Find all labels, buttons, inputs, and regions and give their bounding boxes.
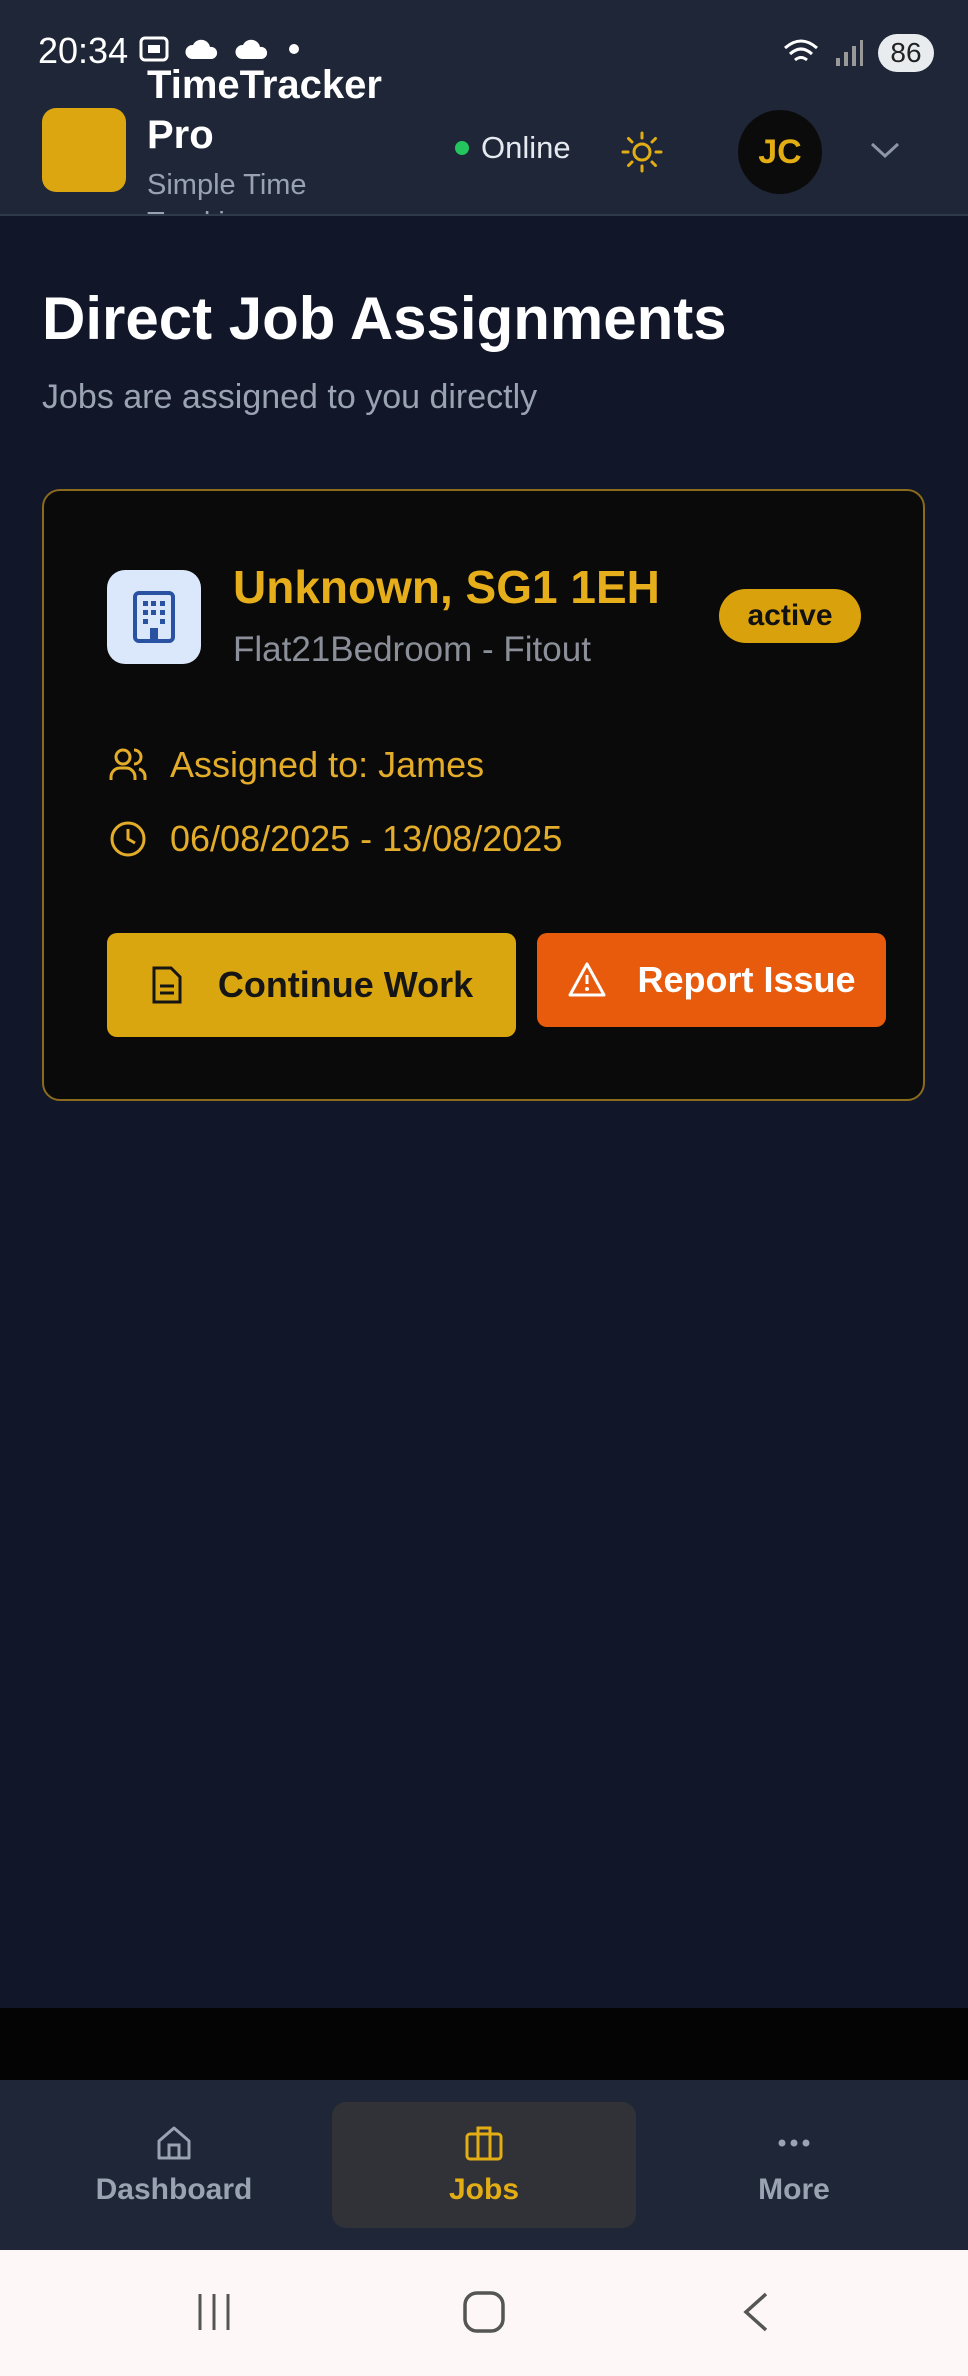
back-icon[interactable] (738, 2290, 774, 2334)
online-status: Online (455, 130, 571, 166)
dot-icon (289, 44, 299, 54)
cloud-icon (235, 39, 268, 59)
nav-jobs[interactable]: Jobs (332, 2102, 636, 2228)
job-title: Unknown, SG1 1EH (233, 561, 660, 613)
app-name: TimeTracker Pro (147, 63, 382, 157)
home-icon (157, 2126, 191, 2160)
divider-strip (0, 2008, 968, 2080)
building-icon (107, 570, 201, 664)
nav-dashboard-label: Dashboard (95, 2173, 253, 2206)
continue-work-button[interactable]: Continue Work (107, 933, 516, 1037)
system-nav-bar (0, 2250, 968, 2376)
status-badge: active (719, 589, 861, 643)
battery-indicator: 86 (878, 34, 934, 72)
job-subtitle: Flat21Bedroom - Fitout (233, 630, 591, 669)
more-dots-icon (778, 2139, 810, 2147)
page-subtitle: Jobs are assigned to you directly (42, 378, 538, 416)
user-avatar[interactable]: JC (738, 110, 822, 194)
online-label: Online (481, 130, 571, 165)
status-system-icons: 86 (782, 34, 934, 72)
date-row: 06/08/2025 - 13/08/2025 (108, 818, 562, 860)
chevron-down-icon[interactable] (868, 138, 902, 162)
app-logo (42, 108, 126, 192)
date-range-text: 06/08/2025 - 13/08/2025 (170, 818, 563, 859)
status-time: 20:34 (38, 30, 129, 71)
recent-apps-icon[interactable] (192, 2290, 236, 2334)
nav-jobs-label: Jobs (448, 2173, 520, 2206)
briefcase-icon (465, 2126, 503, 2161)
online-dot-icon (455, 141, 469, 155)
document-icon (152, 966, 182, 1004)
continue-work-label: Continue Work (217, 964, 474, 1005)
nav-dashboard[interactable]: Dashboard (22, 2102, 326, 2228)
clock-icon (110, 821, 146, 857)
page-title: Direct Job Assignments (42, 285, 727, 352)
nav-more-label: More (758, 2173, 830, 2206)
assigned-row: Assigned to: James (108, 744, 484, 786)
warning-icon (568, 962, 606, 997)
app-header: 20:34 86 TimeTracker Pro Simple Time Tra… (0, 0, 968, 216)
users-icon (109, 748, 147, 780)
app-subtitle: Simple Time Tracking (147, 169, 307, 214)
report-issue-button[interactable]: Report Issue (537, 933, 886, 1027)
cloud-icon (185, 39, 218, 59)
assigned-to-text: Assigned to: James (170, 744, 485, 785)
nav-more[interactable]: More (642, 2102, 946, 2228)
wifi-icon (784, 39, 818, 62)
theme-toggle-sun-icon[interactable] (620, 130, 664, 174)
home-button-icon[interactable] (462, 2290, 506, 2334)
report-issue-label: Report Issue (637, 959, 856, 1000)
signal-icon (836, 40, 863, 66)
